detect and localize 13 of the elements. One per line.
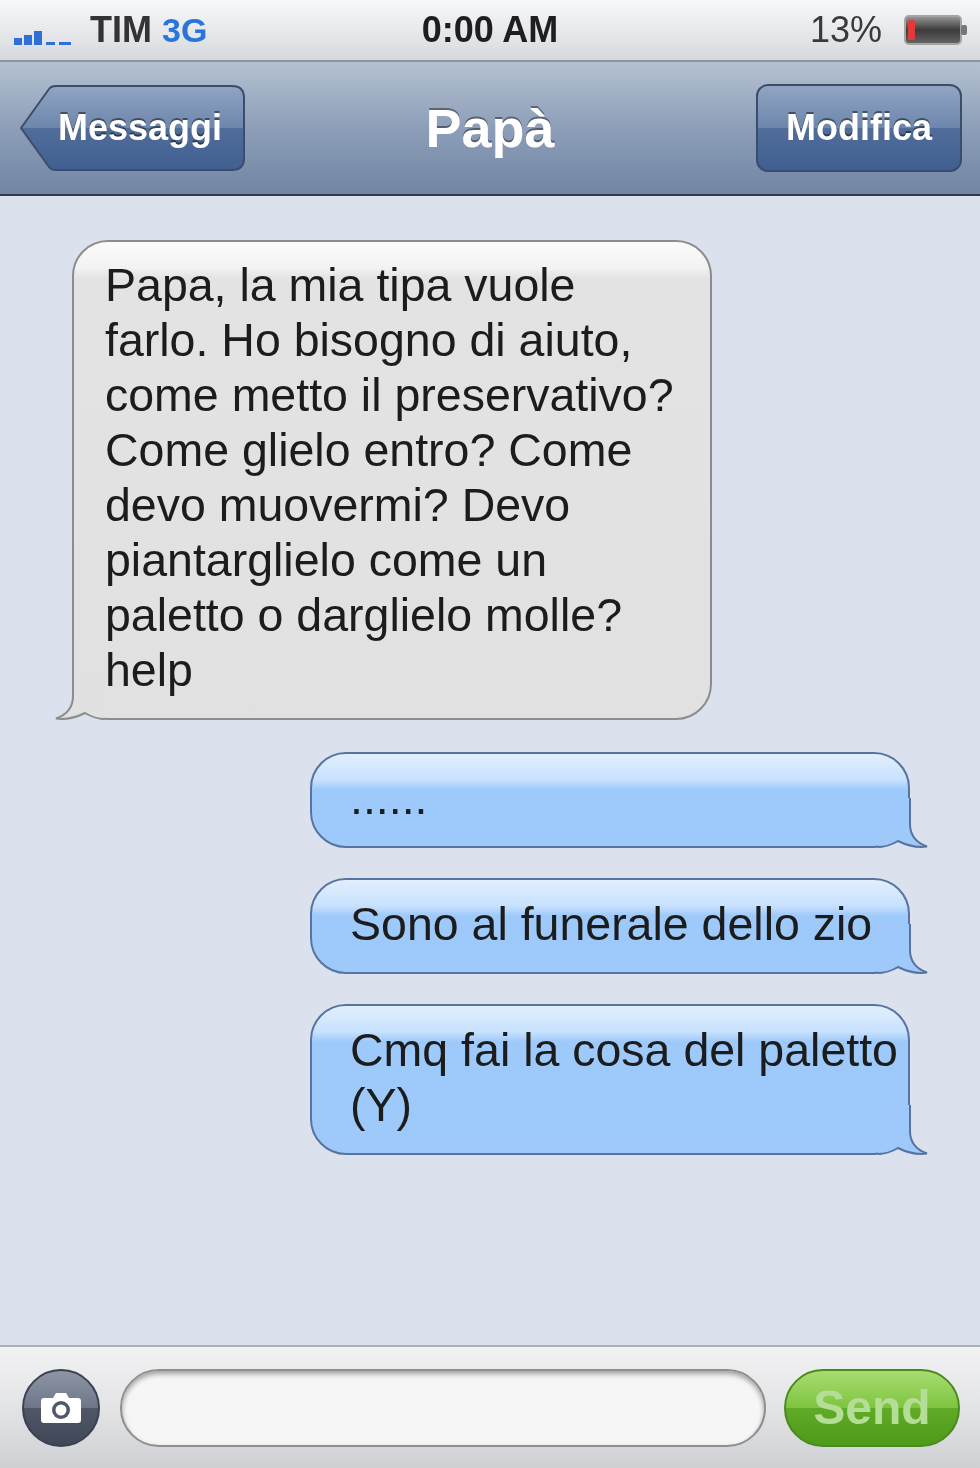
- message-text: Sono al funerale dello zio: [350, 897, 874, 952]
- back-button[interactable]: Messaggi: [18, 84, 246, 172]
- edit-button[interactable]: Modifica: [756, 84, 962, 172]
- message-text: Cmq fai la cosa del paletto (Y): [350, 1023, 899, 1133]
- battery-icon: [904, 15, 968, 45]
- carrier-name: TIM: [90, 12, 152, 48]
- network-type-label: 3G: [162, 13, 208, 47]
- battery-percentage: 13%: [809, 12, 882, 48]
- message-text: Papa, la mia tipa vuole farlo. Ho bisogno di aiuto, come metto il preservativo? Come glielo entro? Come devo muovermi? Devo piantarglielo come un paletto o darglielo molle? help: [105, 258, 675, 698]
- status-time: 0:00 AM: [421, 12, 559, 48]
- signal-strength-icon: [14, 29, 72, 45]
- message-text: ......: [350, 771, 429, 826]
- camera-icon: [40, 1391, 82, 1424]
